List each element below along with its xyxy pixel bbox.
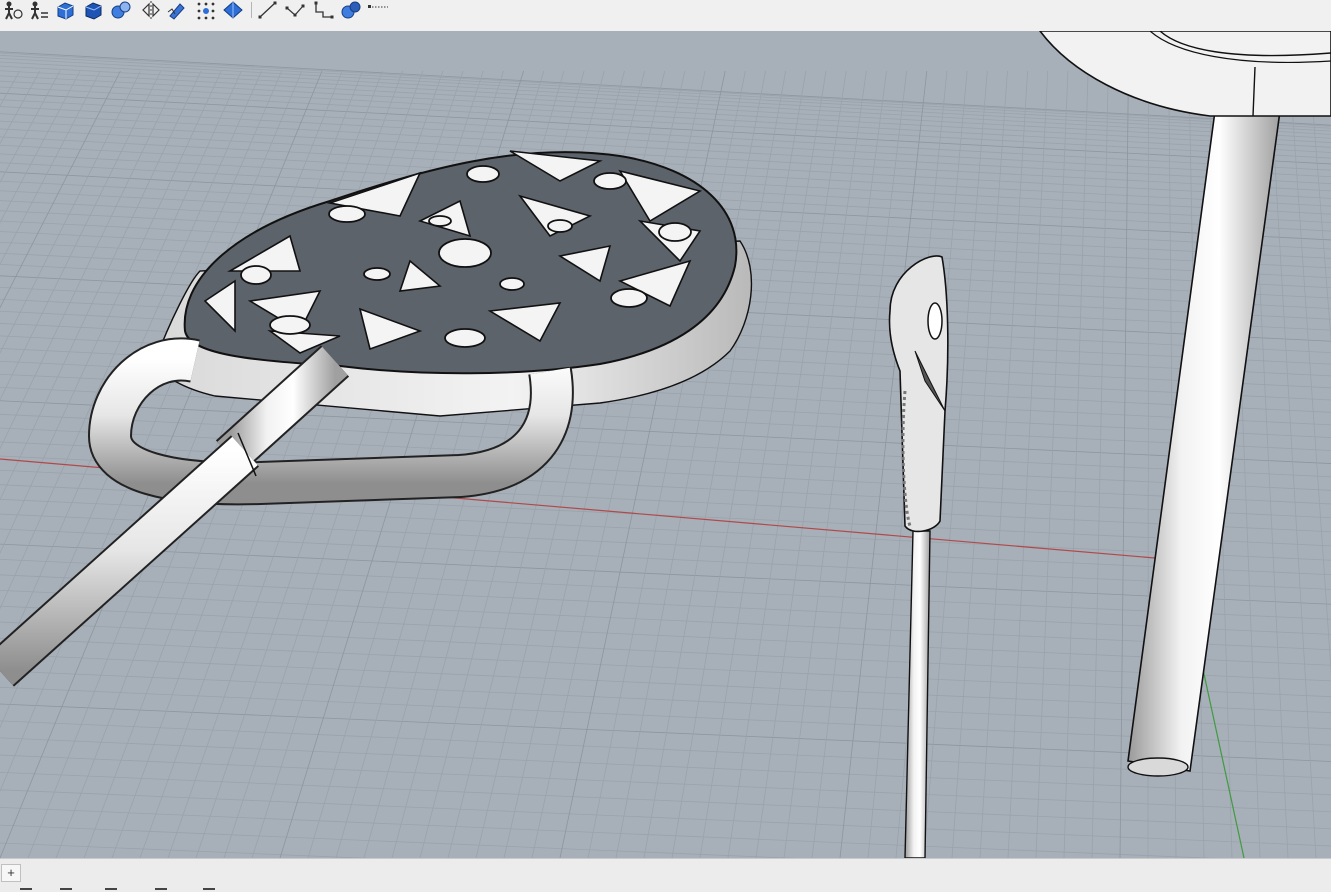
analyze-spheres-icon[interactable]: [340, 0, 362, 20]
curve-points-icon[interactable]: [284, 0, 306, 20]
mirror-icon[interactable]: [140, 0, 162, 20]
add-viewport-tab-button[interactable]: +: [1, 864, 21, 882]
ornament-pendant-object[interactable]: [0, 150, 753, 687]
tab-stub: [203, 888, 215, 890]
perspective-viewport[interactable]: [0, 31, 1331, 858]
toolbar: [0, 0, 1331, 32]
viewport-canvas[interactable]: [0, 31, 1331, 858]
tab-stub: [155, 888, 167, 890]
tab-stub: [60, 888, 72, 890]
tab-stub: [105, 888, 117, 890]
diamond-icon[interactable]: [222, 0, 244, 20]
walkabout-icon[interactable]: [28, 0, 50, 20]
shaded-box-icon[interactable]: [83, 0, 105, 20]
spheres-icon[interactable]: [110, 0, 132, 20]
toolbar-separator: [251, 2, 252, 18]
ring-stand-object[interactable]: [1038, 31, 1331, 777]
y-axis-line: [1198, 650, 1245, 858]
box-icon[interactable]: [55, 0, 77, 20]
perspective-view-icon[interactable]: [2, 0, 24, 20]
point-grid-icon[interactable]: [195, 0, 217, 20]
tab-stub: [20, 888, 32, 890]
polyline-icon[interactable]: [257, 0, 279, 20]
dotted-line-icon[interactable]: [367, 0, 389, 20]
step-line-icon[interactable]: [313, 0, 335, 20]
viewport-tab-bar: +: [0, 858, 1331, 892]
pencil-edit-icon[interactable]: [166, 0, 188, 20]
